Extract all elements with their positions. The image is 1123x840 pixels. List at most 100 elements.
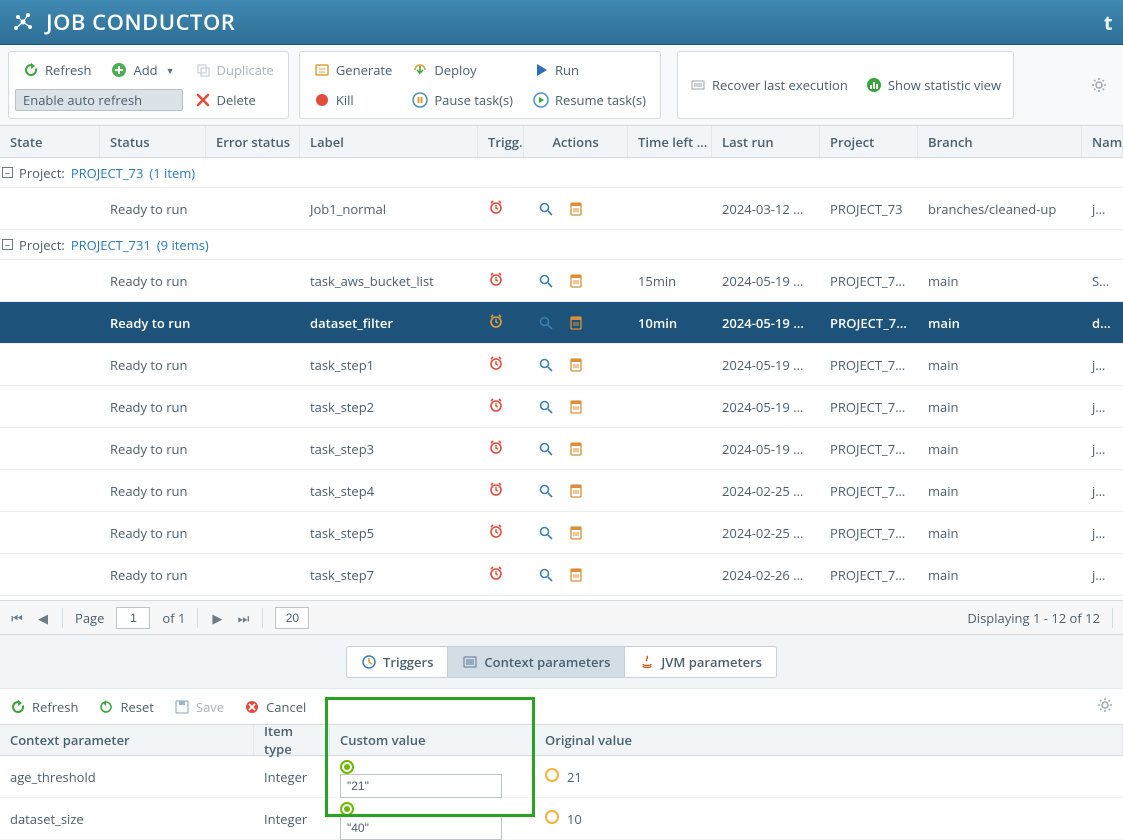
cell-actions [524,357,628,373]
view-icon[interactable] [538,201,554,217]
view-icon[interactable] [538,273,554,289]
log-icon[interactable] [568,525,584,541]
resume-button[interactable]: Resume task(s) [525,89,654,111]
view-icon[interactable] [538,315,554,331]
trigger-icon [488,397,504,413]
col-triggers[interactable]: Trigg... [478,126,524,157]
run-button[interactable]: Run [525,59,654,81]
log-icon[interactable] [568,567,584,583]
table-row[interactable]: Ready to run task_step5 2024-02-25 23:..… [0,512,1123,554]
custom-radio[interactable] [340,760,354,774]
kill-button[interactable]: Kill [306,89,401,111]
log-icon[interactable] [568,483,584,499]
log-icon[interactable] [568,441,584,457]
collapse-icon[interactable]: − [2,167,13,178]
view-icon[interactable] [538,357,554,373]
log-icon[interactable] [568,201,584,217]
collapse-icon[interactable]: − [2,239,13,250]
group-row[interactable]: − Project: PROJECT_731 (9 items) [0,230,1123,260]
page-prev-button[interactable]: ◀ [36,609,50,627]
ctx-reset-button[interactable]: Reset [98,698,153,716]
cell-trigger [478,565,524,585]
ctx-refresh-button[interactable]: Refresh [10,698,78,716]
delete-label: Delete [217,91,256,109]
refresh-button[interactable]: Refresh [15,59,99,81]
log-icon[interactable] [568,315,584,331]
table-row[interactable]: Ready to run dataset_filter 10min 2024-0… [0,302,1123,344]
generate-button[interactable]: Generate [306,59,401,81]
col-status[interactable]: Status [100,126,206,157]
recover-button[interactable]: Recover last execution [690,76,848,94]
group-row[interactable]: − Project: PROJECT_73 (1 item) [0,158,1123,188]
deploy-icon [412,62,428,78]
table-row[interactable]: Ready to run task_step1 2024-05-19 20:..… [0,344,1123,386]
cell-project: PROJECT_73 [820,200,918,218]
trigger-icon [488,481,504,497]
table-row[interactable]: Ready to run task_step2 2024-05-19 20:..… [0,386,1123,428]
col-project[interactable]: Project [820,126,918,157]
original-radio[interactable] [545,768,559,782]
duplicate-label: Duplicate [217,61,274,79]
log-icon[interactable] [568,357,584,373]
context-row[interactable]: dataset_size Integer 10 [0,798,1123,840]
col-label[interactable]: Label [300,126,478,157]
col-actions[interactable]: Actions [524,126,628,157]
view-icon[interactable] [538,399,554,415]
delete-button[interactable]: Delete [187,89,282,111]
view-icon[interactable] [538,567,554,583]
auto-refresh-toggle[interactable]: Enable auto refresh [15,89,183,111]
table-row[interactable]: Ready to run task_step7 2024-02-26 00:..… [0,554,1123,596]
custom-value-input[interactable] [340,816,502,840]
tab-jvm[interactable]: JVM parameters [625,647,776,677]
col-state[interactable]: State [0,126,100,157]
page-last-button[interactable]: ⏭ [236,609,250,627]
cell-project: PROJECT_731 [820,356,918,374]
toolbar-settings-button[interactable] [1091,51,1115,119]
view-icon[interactable] [538,525,554,541]
add-label: Add [133,61,157,79]
pause-button[interactable]: Pause task(s) [404,89,521,111]
col-custom-value[interactable]: Custom value [330,725,535,755]
custom-value-input[interactable] [340,774,502,798]
ctx-save-button[interactable]: Save [174,698,224,716]
cell-branch: main [918,356,1082,374]
original-radio[interactable] [545,810,559,824]
col-error[interactable]: Error status [206,126,300,157]
statistic-button[interactable]: Show statistic view [866,76,1001,94]
log-icon[interactable] [568,273,584,289]
cell-name: datas [1082,314,1123,332]
table-row[interactable]: Ready to run task_aws_bucket_list 15min … [0,260,1123,302]
duplicate-button[interactable]: Duplicate [187,59,282,81]
col-context-parameter[interactable]: Context parameter [0,725,254,755]
group-link[interactable]: PROJECT_73 [71,164,144,182]
group-link[interactable]: PROJECT_731 [71,236,151,254]
col-timeleft[interactable]: Time left ... [628,126,712,157]
page-first-button[interactable]: ⏮ [10,609,24,627]
page-size-input[interactable] [275,607,309,629]
table-row[interactable]: Ready to run Job1_normal 2024-03-12 16:.… [0,188,1123,230]
table-row[interactable]: Ready to run task_step4 2024-02-25 15:..… [0,470,1123,512]
view-icon[interactable] [538,441,554,457]
col-name[interactable]: Name [1082,126,1123,157]
col-original-value[interactable]: Original value [535,725,1123,755]
add-button[interactable]: Add ▼ [103,59,182,81]
tab-triggers[interactable]: Triggers [347,647,448,677]
cell-timeleft: 10min [628,314,712,332]
cell-name: job_s [1082,356,1123,374]
deploy-label: Deploy [434,61,476,79]
ctx-cancel-button[interactable]: Cancel [244,698,306,716]
page-next-button[interactable]: ▶ [210,609,224,627]
col-item-type[interactable]: Item type [254,725,330,755]
tab-context[interactable]: Context parameters [448,647,625,677]
context-row[interactable]: age_threshold Integer 21 [0,756,1123,798]
cell-actions [524,441,628,457]
view-icon[interactable] [538,483,554,499]
page-input[interactable] [116,607,150,629]
table-row[interactable]: Ready to run task_step3 2024-05-19 20:..… [0,428,1123,470]
col-lastrun[interactable]: Last run [712,126,820,157]
custom-radio[interactable] [340,802,354,816]
log-icon[interactable] [568,399,584,415]
ctx-settings-button[interactable] [1097,697,1113,717]
col-branch[interactable]: Branch [918,126,1082,157]
deploy-button[interactable]: Deploy [404,59,521,81]
